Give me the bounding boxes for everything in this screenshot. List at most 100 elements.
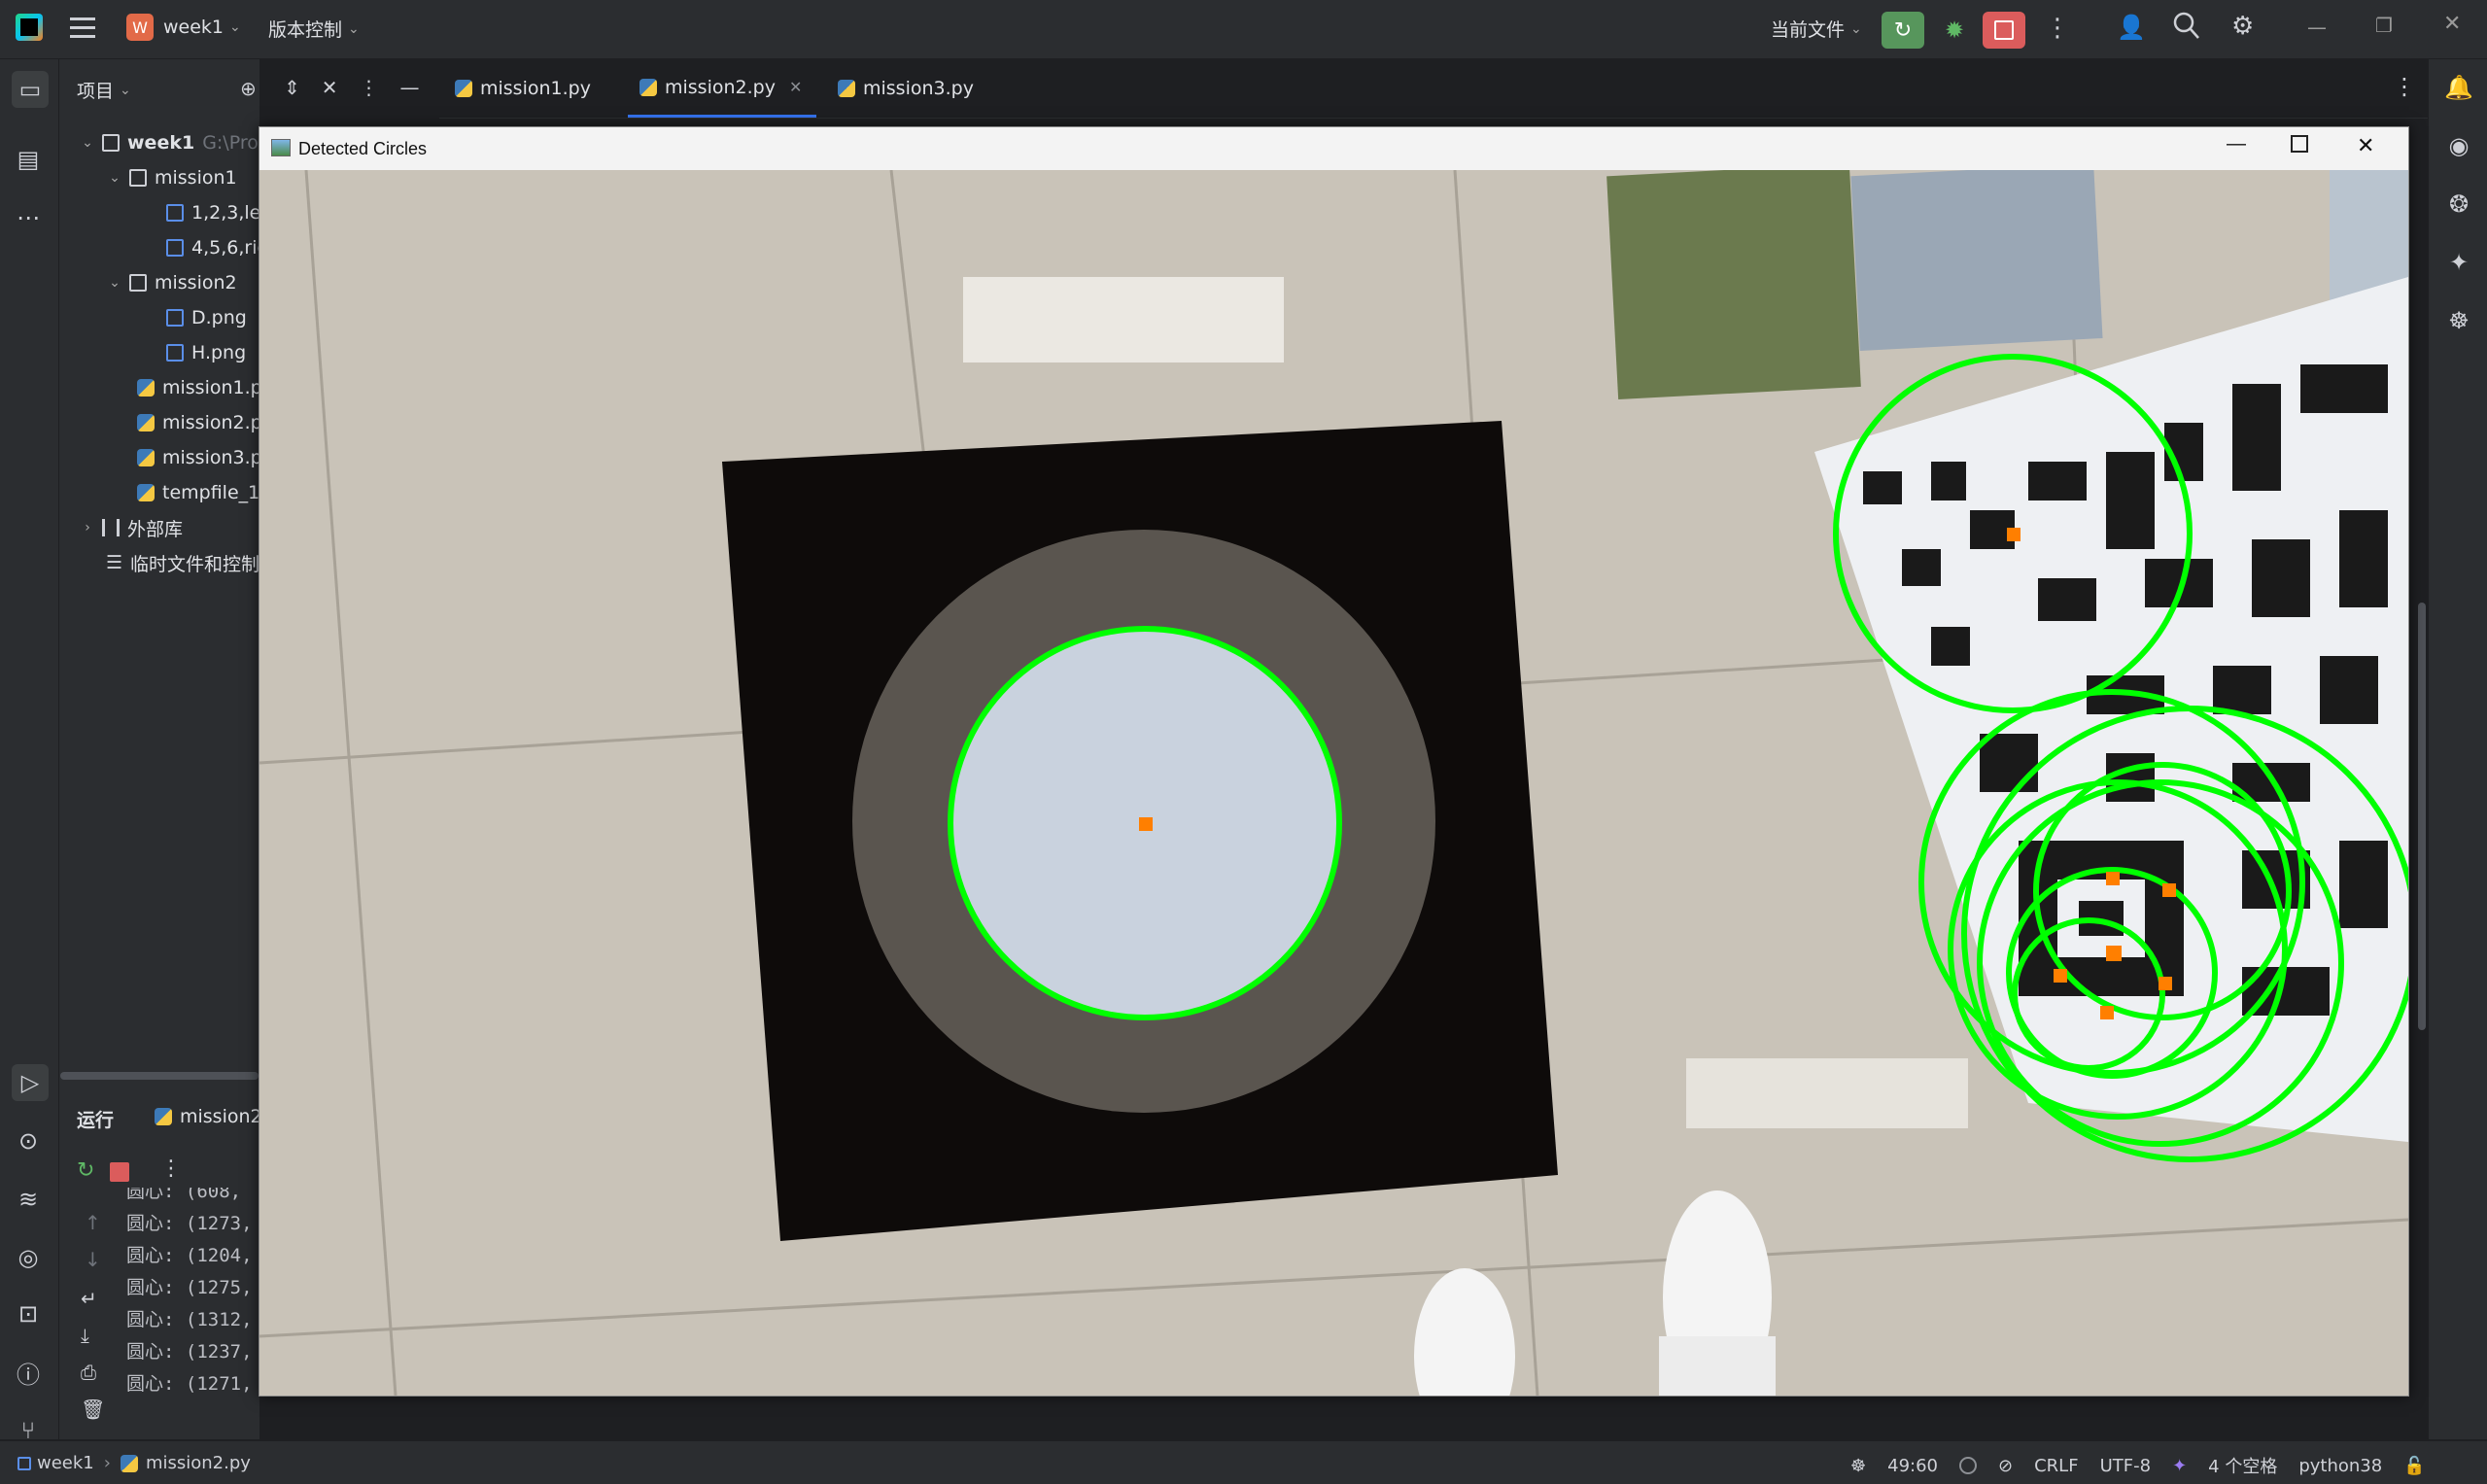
plugin-icon-1[interactable]: ❂: [2442, 188, 2475, 221]
tree-item-h-png[interactable]: H.png: [166, 336, 246, 369]
tree-item-label: mission2: [155, 272, 237, 293]
debug-button[interactable]: ✹: [1938, 14, 1971, 47]
cv-close-icon[interactable]: ✕: [2357, 133, 2374, 158]
search-icon[interactable]: [2173, 12, 2199, 39]
breadcrumb-project[interactable]: week1: [37, 1453, 94, 1473]
expand-all-icon[interactable]: ⇕: [284, 76, 300, 99]
tree-item-image-2[interactable]: 4,5,6,rig: [166, 231, 259, 264]
ai-status-icon[interactable]: ✦: [2172, 1456, 2187, 1476]
run-config-selector[interactable]: 当前文件 ⌄: [1771, 16, 1862, 42]
folder-icon: [129, 169, 147, 187]
rerun-icon[interactable]: ↻: [77, 1158, 94, 1183]
run-tool-icon[interactable]: ▷: [12, 1064, 49, 1101]
tab-mission1[interactable]: mission1.py: [455, 59, 591, 118]
tab-options-icon[interactable]: ⋮: [2393, 73, 2416, 100]
log-line: 圆心: (1312,: [126, 1309, 253, 1330]
cv-maximize-icon[interactable]: [2291, 135, 2308, 153]
tree-item-mission1[interactable]: ⌄ mission1: [106, 161, 237, 194]
close-tab-icon[interactable]: ✕: [789, 78, 802, 96]
tree-item-scratches[interactable]: ☰ 临时文件和控制: [106, 546, 259, 579]
tree-item-image-1[interactable]: 1,2,3,lef: [166, 196, 259, 229]
tree-item-mission1-py[interactable]: mission1.py: [137, 371, 259, 404]
project-panel-hscrollbar[interactable]: [60, 1072, 259, 1080]
plugin-status-icon[interactable]: ☸: [1850, 1456, 1866, 1476]
ceiling-light-reflection: [963, 277, 1284, 362]
circle-center-marker: [2100, 1006, 2114, 1019]
file-encoding[interactable]: UTF-8: [2100, 1456, 2151, 1476]
log-line: 圆心: (1204,: [126, 1245, 253, 1266]
options-icon[interactable]: ⋮: [360, 76, 379, 99]
main-menu-icon[interactable]: [70, 16, 95, 39]
lock-icon[interactable]: 🔓: [2403, 1456, 2425, 1476]
ai-assistant-icon[interactable]: ◉: [2442, 129, 2475, 162]
hide-panel-icon[interactable]: —: [400, 76, 420, 99]
tab-mission2[interactable]: mission2.py ✕: [628, 59, 816, 118]
cv-minimize-icon[interactable]: —: [2227, 133, 2246, 155]
tab-mission3[interactable]: mission3.py: [838, 59, 974, 118]
layers-icon[interactable]: ≋: [12, 1183, 45, 1216]
stop-run-icon[interactable]: [110, 1162, 129, 1182]
line-separator[interactable]: CRLF: [2034, 1456, 2078, 1476]
tree-item-d-png[interactable]: D.png: [166, 301, 247, 334]
terminal-icon[interactable]: ⊡: [12, 1297, 45, 1330]
clear-icon[interactable]: 🗑: [81, 1398, 105, 1421]
run-config-tab[interactable]: mission2: [155, 1106, 262, 1127]
indent-setting[interactable]: 4 个空格: [2208, 1453, 2277, 1478]
restore-window-icon[interactable]: ❐: [2375, 14, 2393, 37]
tree-item-external-libs[interactable]: › 外部库: [79, 511, 183, 544]
caret-position[interactable]: 49:60: [1887, 1456, 1938, 1476]
tab-label: mission1.py: [480, 78, 591, 99]
circle-center-marker: [2162, 883, 2176, 897]
editor-vscrollbar[interactable]: [2418, 603, 2426, 1030]
cv-window-titlebar[interactable]: Detected Circles — ✕: [259, 127, 2408, 170]
scroll-to-end-icon[interactable]: ⤓: [81, 1324, 89, 1347]
chevron-down-icon: ⌄: [348, 20, 360, 37]
add-user-icon[interactable]: 👤: [2117, 14, 2146, 41]
tree-root[interactable]: ⌄ week1 G:\Proc: [79, 126, 259, 159]
project-switcher[interactable]: W week1 ⌄: [126, 14, 241, 41]
tree-item-mission2[interactable]: ⌄ mission2: [106, 266, 237, 299]
notifications-icon[interactable]: 🔔: [2442, 71, 2475, 104]
breadcrumb-file[interactable]: mission2.py: [146, 1453, 251, 1473]
plugin-icon-3[interactable]: ☸: [2442, 304, 2475, 337]
soft-wrap-icon[interactable]: ↵: [81, 1287, 97, 1310]
scroll-down-icon[interactable]: ↓: [85, 1248, 101, 1271]
locate-icon[interactable]: ⊕: [240, 77, 257, 100]
problems-icon[interactable]: ⓘ: [12, 1356, 45, 1389]
project-panel-header[interactable]: 项目 ⌄: [77, 77, 131, 103]
more-actions-icon[interactable]: ⋮: [2045, 14, 2070, 43]
ceiling-light-reflection: [1686, 1058, 1968, 1128]
python-console-icon[interactable]: ⊙: [12, 1124, 45, 1157]
settings-icon[interactable]: ⚙: [2231, 12, 2254, 41]
no-power-save-icon[interactable]: ⊘: [1998, 1456, 2013, 1476]
circle-center-marker: [2106, 872, 2120, 885]
services-icon[interactable]: ◎: [12, 1241, 45, 1274]
tree-item-mission3-py[interactable]: mission3.py: [137, 441, 259, 474]
stop-button[interactable]: [1983, 12, 2025, 49]
tree-item-mission2-py[interactable]: mission2.py: [137, 406, 259, 439]
tree-item-label: 1,2,3,lef: [191, 202, 259, 224]
tree-item-tempfile[interactable]: tempfile_17: [137, 476, 259, 509]
run-console-output[interactable]: 圆心: (608, 圆心: (1273, 圆心: (1204, 圆心: (127…: [126, 1188, 272, 1411]
plugin-icon-2[interactable]: ✦: [2442, 246, 2475, 279]
structure-tool-icon[interactable]: ▤: [12, 143, 45, 176]
python-file-icon: [120, 1454, 138, 1472]
rerun-button[interactable]: ↻: [1882, 12, 1924, 49]
more-tools-icon[interactable]: ⋯: [12, 201, 45, 234]
run-more-icon[interactable]: ⋮: [160, 1156, 182, 1181]
print-icon[interactable]: ⎙: [81, 1361, 96, 1384]
photo-print-2: [1850, 170, 2103, 352]
tree-item-label: tempfile_17: [162, 482, 259, 503]
vcs-menu[interactable]: 版本控制 ⌄: [268, 16, 360, 42]
project-badge: W: [126, 14, 154, 41]
close-window-icon[interactable]: ✕: [2443, 12, 2461, 36]
left-tool-strip: ▭ ▤ ⋯ ▷ ⊙ ≋ ◎ ⊡ ⓘ ⑂: [0, 59, 59, 1444]
collapse-all-icon[interactable]: ✕: [322, 76, 338, 99]
inspection-icon[interactable]: [1959, 1457, 1978, 1474]
detection-visualization: [259, 170, 2408, 1396]
python-interpreter[interactable]: python38: [2298, 1456, 2382, 1476]
scroll-up-icon[interactable]: ↑: [85, 1211, 101, 1234]
project-tool-icon[interactable]: ▭: [12, 71, 49, 108]
minimize-window-icon[interactable]: —: [2307, 16, 2327, 39]
circle-center-marker: [2159, 977, 2172, 990]
